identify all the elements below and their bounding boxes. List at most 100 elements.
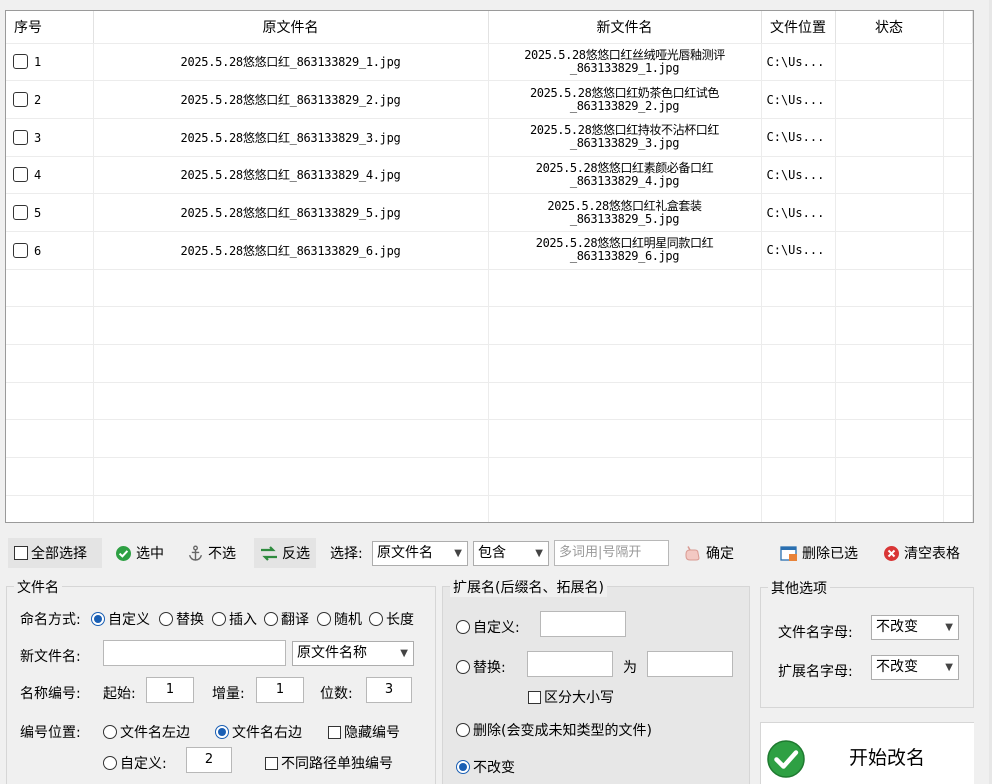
file-grid[interactable]: 序号 原文件名 新文件名 文件位置 状态 1 2025.5.28悠悠口红_863… [5,10,974,523]
row-checkbox[interactable] [13,167,28,183]
uncheck-button[interactable]: 不选 [186,538,236,568]
row-new-name: 2025.5.28悠悠口红奶茶色口红试色 _863133829_2.jpg [488,80,762,119]
table-row[interactable]: 5 2025.5.28悠悠口红_863133829_5.jpg 2025.5.2… [6,193,973,232]
ext-custom-input[interactable] [540,611,626,637]
col-header-new-name[interactable]: 新文件名 [488,11,762,44]
row-checkbox[interactable] [13,242,28,258]
select-all-checkbox[interactable]: 全部选择 [8,538,102,568]
col-header-status[interactable]: 状态 [835,11,944,44]
start-rename-label: 开始改名 [849,747,926,769]
radio-dot [159,612,173,626]
mode-random-radio[interactable]: 随机 [317,609,362,629]
mode-insert-radio[interactable]: 插入 [212,609,257,629]
col-header-original-name[interactable]: 原文件名 [93,11,489,44]
row-filler [943,156,973,195]
col-header-seq[interactable]: 序号 [6,11,94,44]
ext-replace-radio[interactable]: 替换: [456,657,506,677]
mode-insert-label: 插入 [229,612,257,628]
confirm-button[interactable]: 确定 [678,538,740,568]
ext-unchanged-radio[interactable]: 不改变 [456,757,515,777]
table-row[interactable]: 2 2025.5.28悠悠口红_863133829_2.jpg 2025.5.2… [6,80,973,119]
mode-custom-label: 自定义 [108,612,150,628]
row-status [835,80,944,119]
pos-custom-radio[interactable]: 自定义: [103,753,167,773]
keyword-input[interactable]: 多词用|号隔开 [554,540,669,566]
mode-translate-radio[interactable]: 翻译 [264,609,309,629]
radio-dot [264,612,278,626]
table-row[interactable]: 6 2025.5.28悠悠口红_863133829_6.jpg 2025.5.2… [6,231,973,270]
empty-row [6,344,973,383]
row-location: C:\Us... [761,118,836,157]
ext-replace-to-input[interactable] [647,651,733,677]
custom-position-input[interactable]: 2 [186,747,232,773]
invert-button[interactable]: 反选 [254,538,316,568]
mode-replace-radio[interactable]: 替换 [159,609,204,629]
ext-replace-from-input[interactable] [527,651,613,677]
delete-selected-button[interactable]: 删除已选 [780,538,858,568]
row-new-name-line2: _863133829_4.jpg [569,173,680,188]
row-status [835,43,944,82]
field-select-value: 原文件名 [377,545,433,561]
chevron-down-icon: ▼ [945,662,953,673]
name-source-select[interactable]: 原文件名称 ▼ [292,641,414,666]
row-new-name-line2: _863133829_1.jpg [569,60,680,75]
row-original-name: 2025.5.28悠悠口红_863133829_4.jpg [93,156,489,195]
row-seq: 4 [34,168,42,183]
ext-unchanged-label: 不改变 [473,760,515,776]
pos-left-radio[interactable]: 文件名左边 [103,722,190,742]
case-sensitive-label: 区分大小写 [544,690,614,706]
match-select[interactable]: 包含 ▼ [473,541,549,566]
radio-dot [317,612,331,626]
row-new-name: 2025.5.28悠悠口红礼盒套装 _863133829_5.jpg [488,193,762,232]
number-position-label: 编号位置: [20,725,81,741]
row-location: C:\Us... [761,231,836,270]
col-header-filler [943,11,973,44]
start-rename-button[interactable]: 开始改名 [760,722,974,784]
radio-dot [103,725,117,739]
pos-left-label: 文件名左边 [120,725,190,741]
row-filler [943,80,973,119]
row-new-name-line1: 2025.5.28悠悠口红礼盒套装 [547,198,702,213]
step-number-input[interactable]: 1 [256,677,304,703]
table-row[interactable]: 1 2025.5.28悠悠口红_863133829_1.jpg 2025.5.2… [6,43,973,82]
mode-custom-radio[interactable]: 自定义 [91,609,150,629]
start-number-input[interactable]: 1 [146,677,194,703]
hide-number-checkbox[interactable]: 隐藏编号 [328,722,400,742]
filename-case-select[interactable]: 不改变 ▼ [871,615,959,640]
mode-length-radio[interactable]: 长度 [369,609,414,629]
mode-length-label: 长度 [386,612,414,628]
row-checkbox[interactable] [13,92,28,108]
row-checkbox[interactable] [13,129,28,145]
extension-group-title: 扩展名(后缀名、拓展名) [450,577,607,597]
col-header-location[interactable]: 文件位置 [761,11,836,44]
digits-number-input[interactable]: 3 [366,677,412,703]
start-label: 起始: [103,686,136,702]
pointing-hand-icon [684,544,702,562]
row-seq: 5 [34,206,42,221]
row-checkbox[interactable] [13,54,28,70]
radio-dot [91,612,105,626]
separate-paths-checkbox[interactable]: 不同路径单独编号 [265,753,393,773]
table-row[interactable]: 4 2025.5.28悠悠口红_863133829_4.jpg 2025.5.2… [6,156,973,195]
checkbox-box [328,726,341,739]
row-filler [943,118,973,157]
checkbox-box [528,691,541,704]
check-button[interactable]: 选中 [114,538,164,568]
pos-right-radio[interactable]: 文件名右边 [215,722,302,742]
row-new-name-line2: _863133829_5.jpg [569,211,680,226]
ext-delete-radio[interactable]: 删除(会变成未知类型的文件) [456,720,652,740]
check-circle-icon [114,544,132,562]
ext-custom-radio[interactable]: 自定义: [456,617,520,637]
table-row[interactable]: 3 2025.5.28悠悠口红_863133829_3.jpg 2025.5.2… [6,118,973,157]
separate-paths-label: 不同路径单独编号 [281,756,393,772]
new-name-input[interactable] [103,640,286,666]
field-select[interactable]: 原文件名 ▼ [372,541,468,566]
ext-case-select[interactable]: 不改变 ▼ [871,655,959,680]
new-name-label: 新文件名: [20,649,81,665]
clear-table-button[interactable]: 清空表格 [882,538,960,568]
row-new-name-line2: _863133829_3.jpg [569,136,680,151]
pos-custom-label: 自定义: [120,756,167,772]
row-checkbox[interactable] [13,205,28,221]
name-source-value: 原文件名称 [297,645,367,661]
case-sensitive-checkbox[interactable]: 区分大小写 [528,687,614,707]
